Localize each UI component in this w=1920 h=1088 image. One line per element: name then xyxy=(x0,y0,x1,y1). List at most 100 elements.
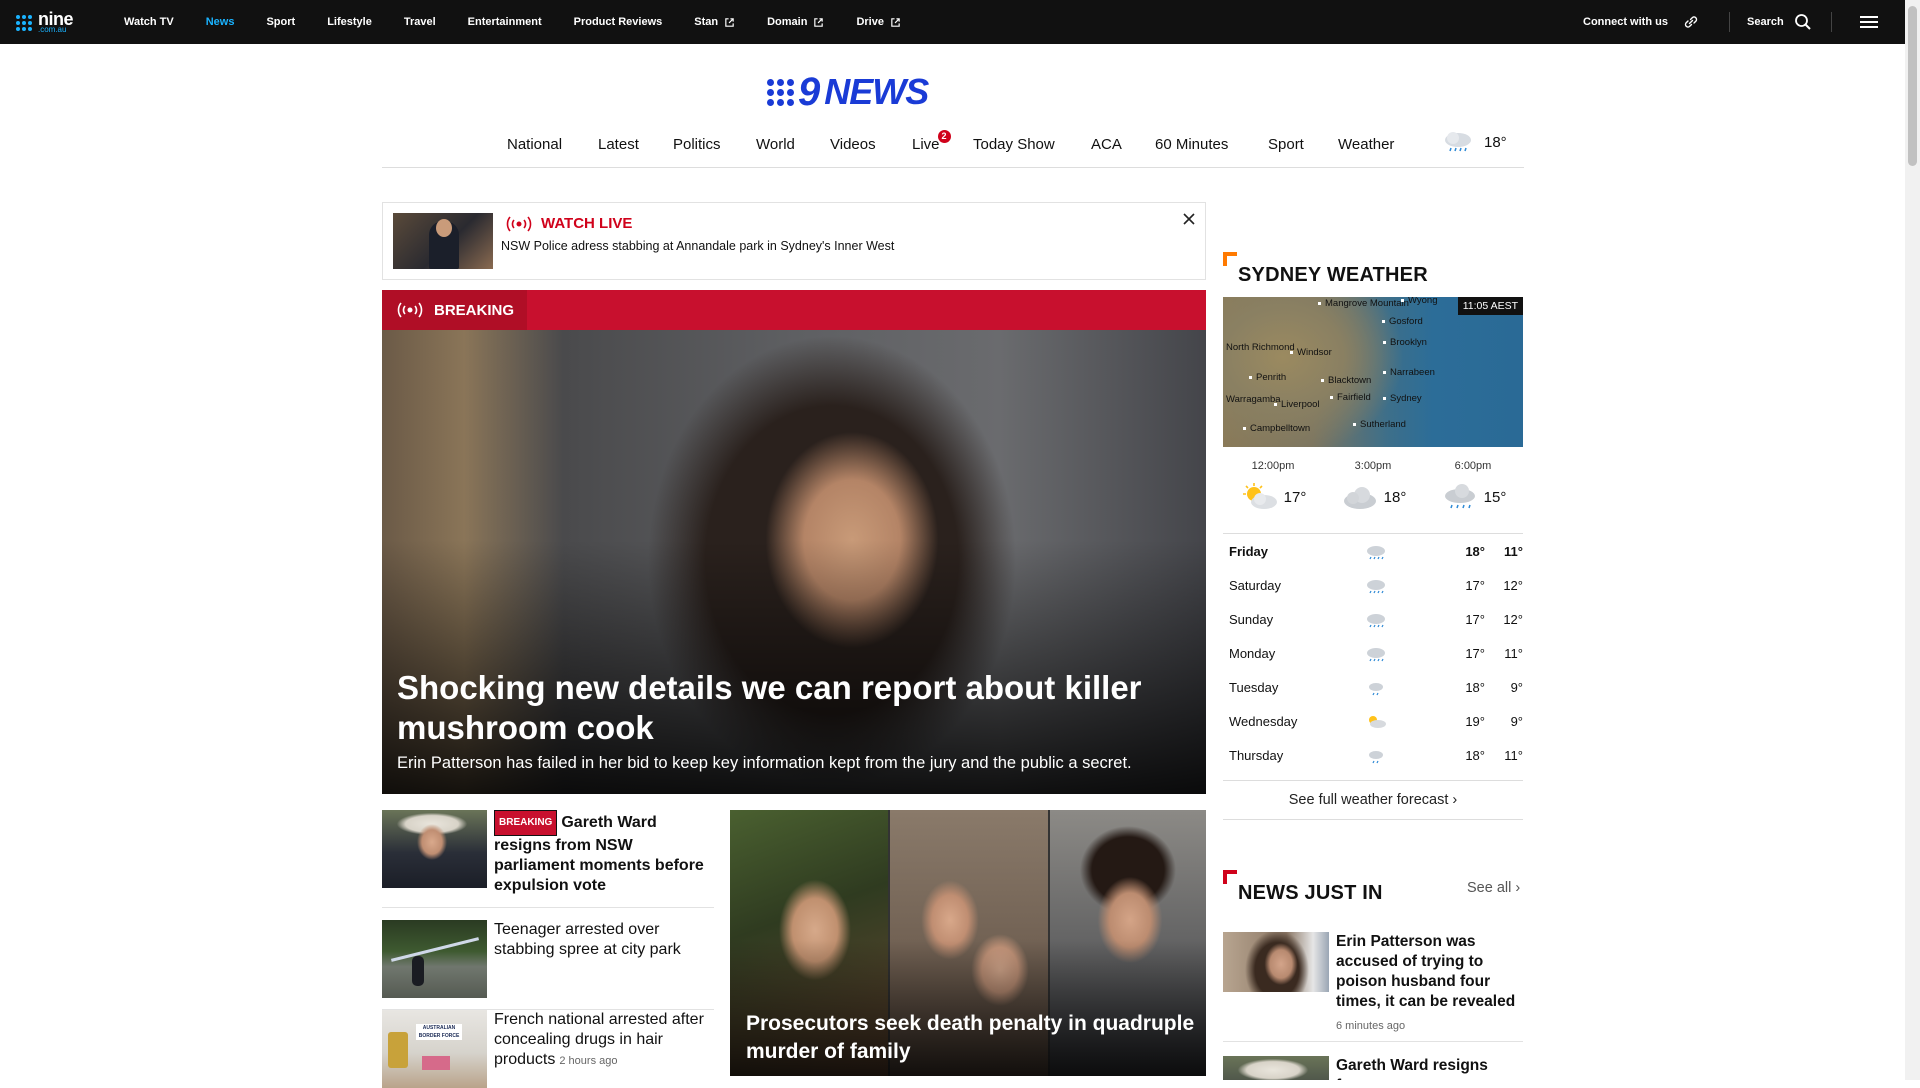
nine-logo[interactable]: nine .com.au xyxy=(16,10,74,34)
news-just-in-item[interactable]: Erin Patterson was accused of trying to … xyxy=(1223,932,1523,1042)
tab-world[interactable]: World xyxy=(756,136,795,153)
nav-temp: 18° xyxy=(1484,133,1507,151)
rain-cloud-icon xyxy=(1444,484,1475,509)
global-nav: Watch TV News Sport Lifestyle Travel Ent… xyxy=(124,0,933,44)
hourly-temp: 15° xyxy=(1483,488,1507,506)
close-icon[interactable] xyxy=(1181,211,1197,227)
hero-subtitle: Erin Patterson has failed in her bid to … xyxy=(397,754,1132,772)
scrollbar-thumb[interactable] xyxy=(1908,6,1917,166)
chevron-right-icon: › xyxy=(1452,792,1458,808)
divider xyxy=(1729,12,1730,32)
watch-live-banner[interactable]: WATCH LIVE NSW Police adress stabbing at… xyxy=(382,202,1206,280)
tab-national[interactable]: National xyxy=(507,136,562,153)
tab-aca[interactable]: ACA xyxy=(1091,136,1122,153)
9news-dots-icon xyxy=(767,78,794,106)
page-scrollbar[interactable] xyxy=(1905,0,1920,1080)
story-title: Teenager arrested over stabbing spree at… xyxy=(494,921,681,958)
daily-row[interactable]: Monday 17° 11° xyxy=(1223,636,1523,670)
live-broadcast-icon xyxy=(397,302,423,318)
news-title: Erin Patterson was accused of trying to … xyxy=(1336,933,1516,1010)
hourly-item: 12:00pm 17° xyxy=(1223,460,1323,512)
daily-row[interactable]: Saturday 17° 12° xyxy=(1223,568,1523,602)
hourly-item: 6:00pm 15° xyxy=(1423,460,1523,512)
story-thumbnail xyxy=(382,920,487,998)
live-count-badge: 2 xyxy=(937,130,951,143)
tab-latest[interactable]: Latest xyxy=(598,136,639,153)
weather-heading-text: SYDNEY WEATHER xyxy=(1238,263,1428,286)
map-place: Wyong xyxy=(1401,297,1437,306)
news-just-in-heading-text: NEWS JUST IN xyxy=(1238,881,1383,904)
hamburger-menu-icon[interactable] xyxy=(1860,16,1878,28)
feature-story[interactable]: Prosecutors seek death penalty in quadru… xyxy=(730,810,1206,1076)
see-all-link[interactable]: See all › xyxy=(1467,880,1520,896)
tab-videos[interactable]: Videos xyxy=(830,136,876,153)
global-nav-sport[interactable]: Sport xyxy=(266,16,295,28)
global-nav-lifestyle[interactable]: Lifestyle xyxy=(327,16,372,28)
logo-nine: 9 xyxy=(798,70,821,114)
news-title: Gareth Ward resigns from xyxy=(1336,1057,1488,1080)
story-card[interactable]: BREAKING Gareth Ward resigns from NSW par… xyxy=(382,810,714,908)
breaking-tag: BREAKING xyxy=(382,290,527,330)
news-thumbnail xyxy=(1223,1056,1329,1080)
nav-weather-widget[interactable]: 18° xyxy=(1442,130,1507,154)
global-nav-watch-tv[interactable]: Watch TV xyxy=(124,16,174,28)
story-card[interactable]: Teenager arrested over stabbing spree at… xyxy=(382,920,714,1010)
link-icon xyxy=(1684,16,1698,28)
story-time: 2 hours ago xyxy=(559,1055,618,1067)
search-icon xyxy=(1794,14,1811,30)
hourly-time: 6:00pm xyxy=(1454,460,1492,472)
weather-radar-map[interactable]: 11:05 AEST Mangrove Mountain Wyong Gosfo… xyxy=(1223,297,1523,447)
hourly-temp: 17° xyxy=(1283,488,1307,506)
section-nav: National Latest Politics World Videos Li… xyxy=(382,124,1524,168)
connect-label: Connect with us xyxy=(1583,16,1668,28)
tab-live[interactable]: Live 2 xyxy=(912,130,951,153)
global-nav-drive[interactable]: Drive xyxy=(856,16,901,28)
daily-row[interactable]: Friday 18° 11° xyxy=(1223,534,1523,568)
9news-logo[interactable]: 9 NEWS xyxy=(767,70,929,114)
news-just-in-item[interactable]: Gareth Ward resigns from xyxy=(1223,1056,1523,1080)
tab-weather[interactable]: Weather xyxy=(1338,136,1394,153)
breaking-hero-story[interactable]: BREAKING Shocking new details we can rep… xyxy=(382,290,1206,794)
map-place: Brooklyn xyxy=(1383,337,1427,348)
story-thumbnail: AUSTRALIAN BORDER FORCE xyxy=(382,1010,487,1088)
map-time: 11:05 AEST xyxy=(1457,297,1523,315)
full-forecast-label: See full weather forecast xyxy=(1288,792,1449,808)
tab-politics[interactable]: Politics xyxy=(673,136,721,153)
news-thumbnail xyxy=(1223,932,1329,992)
map-place: Penrith xyxy=(1249,372,1286,383)
external-link-icon xyxy=(725,17,734,27)
daily-row[interactable]: Tuesday 18° 9° xyxy=(1223,670,1523,704)
hero-title[interactable]: Shocking new details we can report about… xyxy=(397,668,1187,748)
rain-cloud-icon xyxy=(1367,648,1385,662)
daily-row[interactable]: Thursday 18° 11° xyxy=(1223,738,1523,772)
live-broadcast-icon xyxy=(506,215,532,232)
hourly-time: 12:00pm xyxy=(1251,460,1295,472)
watch-live-thumbnail xyxy=(393,213,493,269)
divider xyxy=(1831,12,1832,32)
search-label: Search xyxy=(1747,16,1784,28)
global-nav-entertainment[interactable]: Entertainment xyxy=(468,16,542,28)
map-place: Mangrove Mountain xyxy=(1318,298,1409,309)
global-nav-product-reviews[interactable]: Product Reviews xyxy=(574,16,663,28)
tab-60-minutes[interactable]: 60 Minutes xyxy=(1155,136,1228,153)
map-place: Sutherland xyxy=(1353,419,1406,430)
daily-row[interactable]: Sunday 17° 12° xyxy=(1223,602,1523,636)
story-card[interactable]: AUSTRALIAN BORDER FORCE French national … xyxy=(382,1010,714,1088)
story-thumbnail xyxy=(382,810,487,888)
global-nav-stan[interactable]: Stan xyxy=(694,16,735,28)
tab-today-show[interactable]: Today Show xyxy=(973,136,1055,153)
full-forecast-link[interactable]: See full weather forecast › xyxy=(1223,780,1523,820)
news-time: 6 minutes ago xyxy=(1336,1020,1406,1032)
search-button[interactable]: Search xyxy=(1747,0,1812,44)
hourly-forecast: 12:00pm 17° 3:00pm 18° 6:00pm 15° xyxy=(1223,460,1523,532)
global-nav-travel[interactable]: Travel xyxy=(404,16,436,28)
map-place: Fairfield xyxy=(1330,392,1371,403)
map-place: Blacktown xyxy=(1321,375,1371,386)
tab-sport[interactable]: Sport xyxy=(1268,136,1304,153)
daily-row[interactable]: Wednesday 19° 9° xyxy=(1223,704,1523,738)
global-nav-news[interactable]: News xyxy=(206,16,235,28)
connect-with-us-button[interactable]: Connect with us xyxy=(1583,0,1700,44)
rain-cloud-icon xyxy=(1367,580,1385,594)
shower-icon xyxy=(1369,683,1383,696)
global-nav-domain[interactable]: Domain xyxy=(767,16,824,28)
